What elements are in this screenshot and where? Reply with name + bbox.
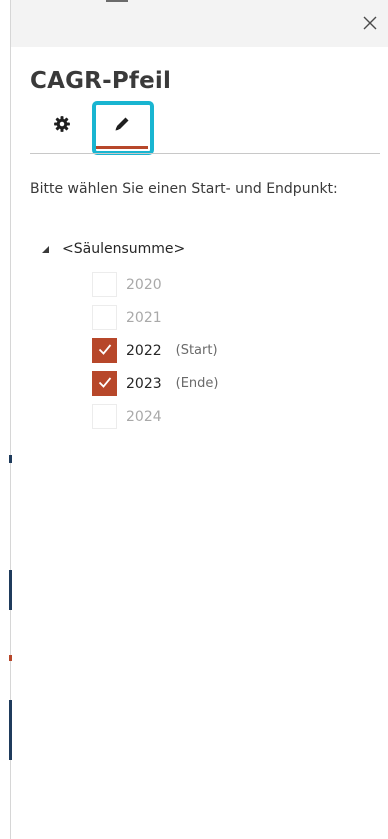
tree-root-label: <Säulensumme> xyxy=(62,241,186,257)
tab-settings[interactable] xyxy=(32,101,92,151)
titlebar-indicator xyxy=(106,0,128,2)
checkbox[interactable] xyxy=(92,371,117,396)
checkbox[interactable] xyxy=(92,338,117,363)
item-label: 2023 xyxy=(126,375,162,392)
checkbox xyxy=(92,272,117,297)
point-list: 2020 2021 2022 (Start) 2023 (Ende) 2024 xyxy=(92,268,219,433)
tab-bar xyxy=(30,101,380,155)
instruction-text: Bitte wählen Sie einen Start- und Endpun… xyxy=(30,181,338,197)
tree-item-2023[interactable]: 2023 (Ende) xyxy=(92,367,219,400)
item-note: (Start) xyxy=(175,343,218,358)
pane-title: CAGR-Pfeil xyxy=(30,68,172,94)
close-button[interactable] xyxy=(358,13,382,37)
tree-item-2021: 2021 xyxy=(92,301,219,334)
tree-item-2022[interactable]: 2022 (Start) xyxy=(92,334,219,367)
item-label: 2020 xyxy=(126,276,162,293)
checkbox xyxy=(92,305,117,330)
pane-titlebar xyxy=(11,0,388,47)
tab-divider xyxy=(30,153,380,154)
checkbox xyxy=(92,404,117,429)
item-label: 2021 xyxy=(126,309,162,326)
item-note: (Ende) xyxy=(175,376,219,391)
tab-edit[interactable] xyxy=(92,101,154,155)
tree-item-2024: 2024 xyxy=(92,400,219,433)
collapse-arrow-icon[interactable] xyxy=(40,244,62,254)
close-icon xyxy=(362,15,378,35)
checkmark-icon xyxy=(97,374,113,394)
focus-highlight xyxy=(92,101,154,155)
item-label: 2022 xyxy=(126,342,162,359)
tree-item-2020: 2020 xyxy=(92,268,219,301)
checkmark-icon xyxy=(97,341,113,361)
tree-root-series[interactable]: <Säulensumme> xyxy=(40,238,185,260)
item-label: 2024 xyxy=(126,408,162,425)
gear-icon xyxy=(53,115,71,137)
task-pane: CAGR-Pfeil Bitte wählen Sie einen Start-… xyxy=(0,0,388,839)
